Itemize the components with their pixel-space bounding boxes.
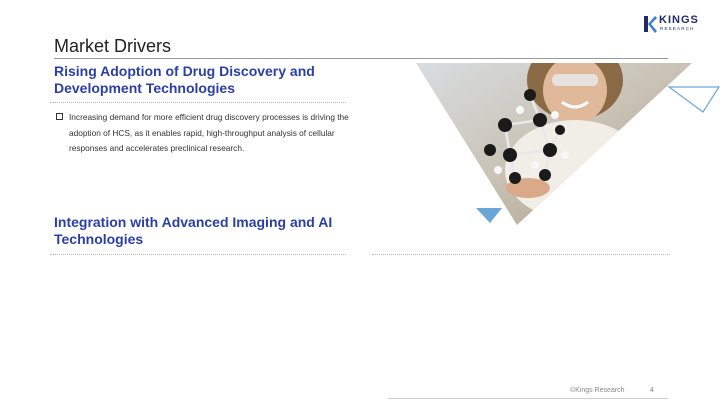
slide: Market Drivers KINGS RESEARCH Rising Ado… bbox=[0, 0, 720, 404]
logo-wordmark: KINGS bbox=[659, 14, 699, 26]
footer-divider bbox=[388, 398, 668, 399]
logo-subtext: RESEARCH bbox=[660, 26, 695, 31]
dotted-divider bbox=[372, 254, 670, 255]
bullet-text: Increasing demand for more efficient dru… bbox=[69, 112, 349, 153]
page-number: 4 bbox=[650, 387, 654, 394]
logo-k-icon bbox=[644, 16, 657, 33]
kings-research-logo: KINGS RESEARCH bbox=[644, 14, 706, 36]
checkbox-bullet-icon bbox=[56, 113, 63, 120]
section-heading-drug-discovery: Rising Adoption of Drug Discovery and De… bbox=[54, 63, 315, 96]
footer-copyright: ©Kings Research bbox=[570, 387, 625, 394]
slide-title: Market Drivers bbox=[54, 36, 172, 56]
scientist-molecule-photo bbox=[416, 63, 720, 225]
dotted-divider bbox=[50, 102, 346, 103]
dotted-divider bbox=[50, 254, 346, 255]
section-heading-imaging-ai: Integration with Advanced Imaging and AI… bbox=[54, 214, 333, 247]
title-divider bbox=[54, 58, 668, 59]
